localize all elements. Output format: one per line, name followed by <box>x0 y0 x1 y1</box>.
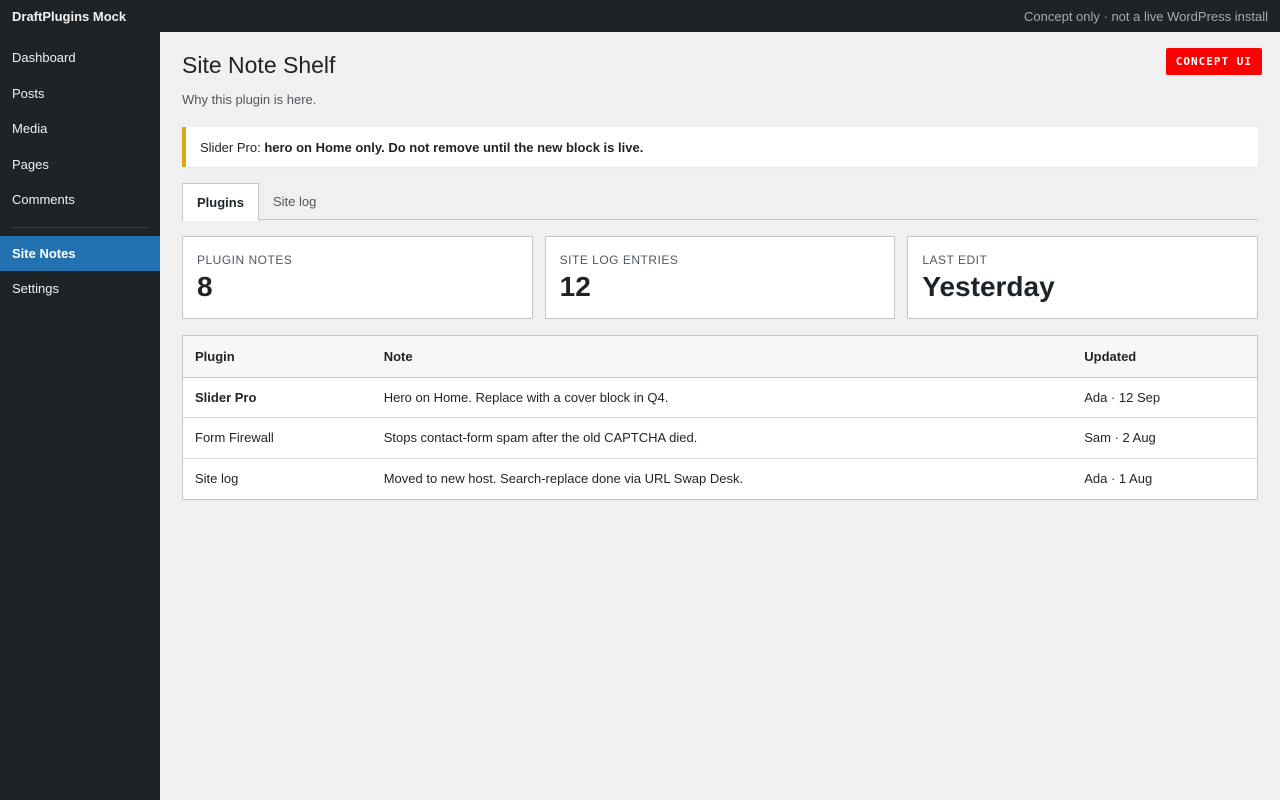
column-header-plugin: Plugin <box>183 336 372 378</box>
column-header-updated: Updated <box>1072 336 1257 378</box>
warning-notice: Slider Pro: hero on Home only. Do not re… <box>182 127 1258 167</box>
stat-value: 8 <box>197 271 213 302</box>
sidebar-item-site-notes[interactable]: Site Notes <box>0 235 160 271</box>
concept-notice: Concept only · not a live WordPress inst… <box>1024 8 1268 24</box>
main-content: CONCEPT UI Site Note Shelf Why this plug… <box>160 32 1280 800</box>
cell-updated: Ada · 1 Aug <box>1084 471 1153 486</box>
tab-bar: Plugins Site log <box>182 183 1258 221</box>
cell-note: Moved to new host. Search-replace done v… <box>383 471 744 486</box>
stat-value: Yesterday <box>922 271 1055 302</box>
cell-note: Hero on Home. Replace with a cover block… <box>371 377 1073 418</box>
stat-label: Plugin notes <box>197 253 293 267</box>
sidebar-item-posts[interactable]: Posts <box>0 76 160 112</box>
table-row[interactable]: Slider Pro Hero on Home. Replace with a … <box>183 377 1257 418</box>
stat-label: Site log entries <box>559 253 679 267</box>
admin-sidebar: Dashboard Posts Media Pages Comments Sit… <box>0 32 160 800</box>
cell-plugin: Slider Pro <box>183 377 372 418</box>
page-title: Site Note Shelf <box>182 52 336 78</box>
admin-top-bar: DraftPlugins Mock Concept only · not a l… <box>0 0 1280 32</box>
stat-card-last-edit: Last edit Yesterday <box>907 236 1259 319</box>
stat-label: Last edit <box>922 253 988 267</box>
cell-updated: Sam · 2 Aug <box>1072 417 1257 459</box>
tab-site-log[interactable]: Site log <box>259 183 330 220</box>
tab-plugins[interactable]: Plugins <box>182 183 259 221</box>
sidebar-item-pages[interactable]: Pages <box>0 147 160 183</box>
notice-message: hero on Home only. Do not remove until t… <box>264 139 644 155</box>
stat-value: 12 <box>559 271 591 302</box>
table-header-row: Plugin Note Updated <box>183 336 1257 378</box>
sidebar-item-dashboard[interactable]: Dashboard <box>0 40 160 76</box>
table-row[interactable]: Site log Moved to new host. Search-repla… <box>183 458 1257 499</box>
column-header-note: Note <box>371 336 1073 378</box>
site-brand[interactable]: DraftPlugins Mock <box>12 9 126 24</box>
sidebar-divider <box>12 226 148 228</box>
cell-plugin: Site log <box>195 471 239 486</box>
cell-plugin: Form Firewall <box>183 417 372 459</box>
sidebar-item-comments[interactable]: Comments <box>0 182 160 218</box>
table-row[interactable]: Form Firewall Stops contact-form spam af… <box>183 417 1257 459</box>
sidebar-item-media[interactable]: Media <box>0 111 160 147</box>
plugin-notes-table: Plugin Note Updated Slider Pro Hero on H… <box>182 335 1258 500</box>
cell-updated: Ada · 12 Sep <box>1072 377 1257 418</box>
stat-card-site-log-entries: Site log entries 12 <box>544 236 896 319</box>
notice-prefix: Slider Pro: <box>200 139 261 155</box>
stat-card-plugin-notes: Plugin notes 8 <box>182 236 533 319</box>
sidebar-item-settings[interactable]: Settings <box>0 271 160 307</box>
cell-note: Stops contact-form spam after the old CA… <box>371 417 1073 459</box>
page-subtitle: Why this plugin is here. <box>182 92 317 107</box>
concept-badge: CONCEPT UI <box>1165 48 1262 75</box>
stat-cards: Plugin notes 8 Site log entries 12 Last … <box>182 236 1259 319</box>
